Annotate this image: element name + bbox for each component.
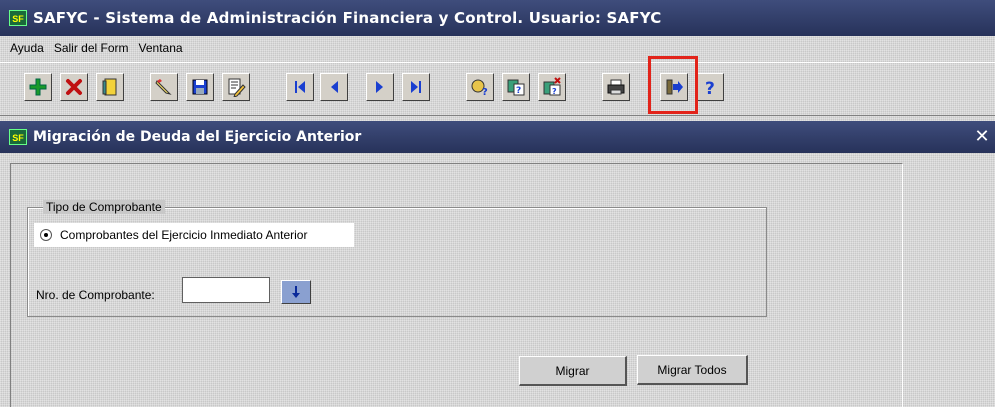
- menu-salir-del-form[interactable]: Salir del Form: [44, 41, 129, 55]
- list-of-values-button[interactable]: [281, 280, 311, 304]
- migrar-button[interactable]: Migrar: [519, 356, 627, 386]
- clear-form-button[interactable]: [96, 73, 124, 101]
- delete-record-icon: [66, 79, 82, 95]
- enter-query-button[interactable]: ?: [466, 73, 494, 101]
- edit-button[interactable]: [150, 73, 178, 101]
- form-title: Migración de Deuda del Ejercicio Anterio…: [33, 129, 362, 145]
- print-icon: [607, 79, 625, 95]
- last-record-icon: [411, 81, 421, 93]
- close-icon[interactable]: ✕: [973, 127, 991, 145]
- execute-query-icon: ?: [507, 79, 525, 96]
- first-record-button[interactable]: [286, 73, 314, 101]
- last-record-button[interactable]: [402, 73, 430, 101]
- svg-text:?: ?: [482, 87, 488, 97]
- cancel-query-button[interactable]: ?: [538, 73, 566, 101]
- add-record-icon: [29, 78, 47, 96]
- save-icon: [192, 79, 208, 95]
- nro-comprobante-label: Nro. de Comprobante:: [36, 288, 155, 302]
- edit-icon: [155, 79, 172, 95]
- app-icon: SF: [9, 10, 27, 26]
- group-label: Tipo de Comprobante: [43, 200, 165, 214]
- svg-text:?: ?: [552, 87, 557, 96]
- radio-label: Comprobantes del Ejercicio Inmediato Ant…: [60, 228, 308, 242]
- svg-text:?: ?: [705, 79, 715, 97]
- help-button[interactable]: ?: [696, 73, 724, 101]
- previous-record-icon: [331, 81, 338, 93]
- edit-document-icon: [228, 78, 246, 97]
- next-record-button[interactable]: [366, 73, 394, 101]
- migrar-todos-button[interactable]: Migrar Todos: [637, 355, 748, 385]
- enter-query-icon: ?: [471, 79, 488, 97]
- delete-record-button[interactable]: [60, 73, 88, 101]
- next-record-icon: [376, 81, 383, 93]
- form-titlebar: SF Migración de Deuda del Ejercicio Ante…: [0, 121, 995, 153]
- menu-ayuda[interactable]: Ayuda: [0, 41, 44, 55]
- radio-option-ejercicio-anterior[interactable]: Comprobantes del Ejercicio Inmediato Ant…: [34, 223, 354, 247]
- execute-query-button[interactable]: ?: [502, 73, 530, 101]
- app-title: SAFYC - Sistema de Administración Financ…: [33, 9, 662, 27]
- first-record-icon: [295, 81, 305, 93]
- save-button[interactable]: [186, 73, 214, 101]
- clear-form-icon: [102, 78, 117, 96]
- previous-record-button[interactable]: [320, 73, 348, 101]
- help-icon: ?: [705, 79, 715, 97]
- nro-comprobante-input[interactable]: [182, 277, 270, 303]
- svg-text:?: ?: [516, 86, 521, 96]
- menu-ventana[interactable]: Ventana: [129, 41, 183, 55]
- arrow-down-icon: [292, 286, 300, 298]
- edit-document-button[interactable]: [222, 73, 250, 101]
- add-record-button[interactable]: [24, 73, 52, 101]
- app-titlebar: SF SAFYC - Sistema de Administración Fin…: [0, 0, 995, 36]
- form-icon: SF: [9, 129, 27, 145]
- cancel-query-icon: ?: [543, 77, 561, 96]
- print-button[interactable]: [602, 73, 630, 101]
- menubar: Ayuda Salir del Form Ventana: [0, 38, 995, 58]
- exit-highlight: [648, 56, 698, 114]
- toolbar: ? ? ? ?: [0, 62, 995, 116]
- radio-button[interactable]: [40, 229, 52, 241]
